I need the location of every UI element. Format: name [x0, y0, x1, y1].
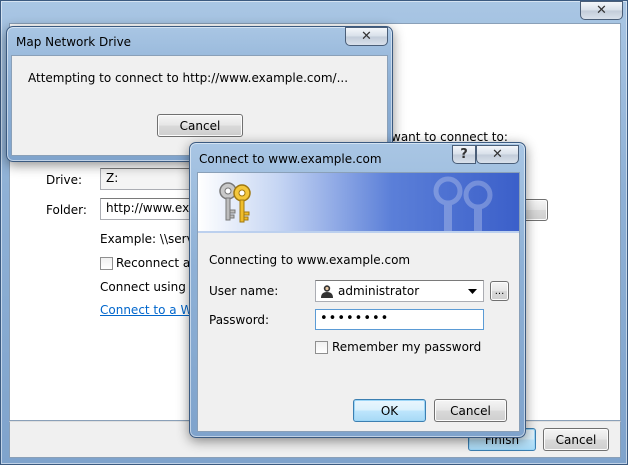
username-combobox[interactable]: administrator [315, 280, 484, 302]
chevron-down-icon[interactable] [468, 289, 477, 295]
folder-label: Folder: [46, 203, 87, 217]
browse-credentials-button[interactable]: ... [490, 281, 509, 301]
wizard-close-button[interactable]: ✕ [580, 1, 623, 20]
password-label: Password: [209, 313, 270, 327]
connect-banner [198, 173, 519, 231]
connecting-text: Connecting to www.example.com [209, 253, 411, 267]
ok-button[interactable]: OK [353, 399, 426, 422]
wizard-cancel-button[interactable]: Cancel [543, 428, 609, 451]
map-network-cancel-button[interactable]: Cancel [157, 114, 243, 137]
password-input[interactable]: •••••••• [315, 309, 484, 330]
connect-dialog: Connect to www.example.com ? ✕ Connectin… [189, 142, 526, 438]
drive-label: Drive: [46, 173, 83, 187]
user-icon [321, 285, 333, 298]
keys-icon [219, 182, 251, 223]
username-label: User name: [209, 284, 279, 298]
map-network-dialog-title: Map Network Drive [16, 35, 132, 49]
remember-password-checkbox[interactable] [315, 341, 328, 354]
connect-help-button[interactable]: ? [452, 145, 476, 164]
banner-separator [198, 231, 519, 233]
map-network-dialog-body: Attempting to connect to http://www.exam… [11, 55, 388, 156]
map-network-close-button[interactable]: ✕ [345, 27, 388, 46]
remember-password-label: Remember my password [332, 340, 482, 354]
connect-dialog-title: Connect to www.example.com [199, 152, 382, 166]
connect-using-text: Connect using a [100, 280, 198, 294]
connect-close-button[interactable]: ✕ [476, 145, 519, 164]
drive-select[interactable]: Z: [100, 168, 200, 190]
keys-watermark-icon [433, 176, 493, 231]
connect-dialog-body: Connecting to www.example.com User name:… [197, 172, 520, 432]
connect-cancel-button[interactable]: Cancel [434, 399, 507, 422]
username-value: administrator [338, 284, 420, 298]
map-network-message: Attempting to connect to http://www.exam… [28, 71, 349, 85]
reconnect-checkbox[interactable] [100, 257, 113, 270]
folder-input[interactable]: http://www.exar [100, 198, 200, 220]
